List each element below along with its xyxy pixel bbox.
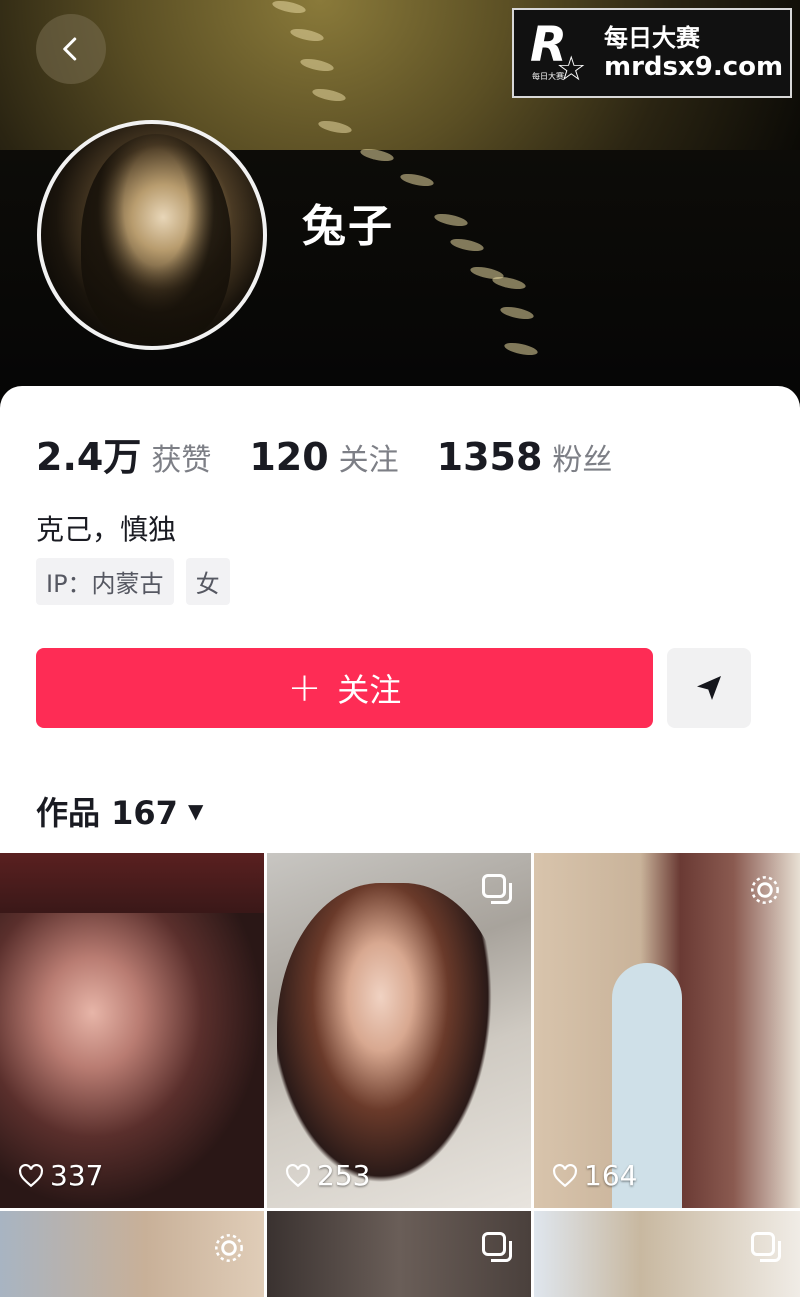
heart-icon — [553, 1163, 577, 1187]
bat-decoration — [289, 26, 325, 44]
username: 兔子 — [302, 201, 394, 252]
followers-count[interactable]: 1358 — [437, 435, 543, 479]
bat-decoration — [311, 86, 347, 104]
likes-count[interactable]: 2.4万 — [36, 426, 141, 481]
gallery-icon — [751, 1232, 781, 1262]
works-tab[interactable]: 作品 167 ▼ — [36, 788, 203, 834]
avatar-photo — [81, 134, 231, 344]
gallery-icon — [482, 874, 512, 904]
bat-decoration — [271, 0, 307, 16]
heart-icon — [286, 1163, 310, 1187]
follow-button[interactable]: + 关注 — [36, 648, 653, 728]
bat-decoration — [317, 118, 353, 136]
post-likes-count: 337 — [50, 1159, 104, 1192]
profile-stats: 2.4万 获赞 120 关注 1358 粉丝 — [36, 426, 650, 481]
ip-location-tag: IP：内蒙古 — [36, 558, 174, 605]
post-tile[interactable]: 164 — [534, 853, 800, 1208]
likes-label: 获赞 — [151, 443, 212, 478]
bat-decoration — [299, 56, 335, 74]
watermark-title: 每日大赛 — [604, 24, 700, 52]
following-label: 关注 — [338, 443, 399, 478]
star-icon: ☆ — [556, 49, 587, 89]
caret-down-icon: ▼ — [187, 799, 204, 823]
gender-tag: 女 — [185, 558, 230, 605]
watermark-emblem: R ☆ 每日大赛 — [520, 13, 600, 93]
works-tab-label: 作品 167 — [36, 794, 178, 832]
post-tile[interactable] — [267, 1211, 531, 1297]
post-likes: 253 — [285, 1159, 370, 1192]
post-thumbnail-top — [0, 853, 264, 913]
heart-icon — [19, 1163, 43, 1187]
post-tile[interactable] — [0, 1211, 264, 1297]
live-icon — [751, 876, 779, 904]
profile-tags: IP：内蒙古 女 — [36, 558, 242, 605]
live-icon — [215, 1234, 243, 1262]
send-icon — [697, 676, 721, 700]
gallery-icon — [482, 1232, 512, 1262]
post-likes: 164 — [552, 1159, 637, 1192]
post-likes-count: 253 — [317, 1159, 371, 1192]
share-button[interactable] — [667, 648, 751, 728]
follow-button-label: 关注 — [337, 671, 402, 709]
avatar[interactable] — [37, 120, 267, 350]
back-button[interactable] — [36, 14, 106, 84]
watermark-logo: R ☆ 每日大赛 每日大赛 mrdsx9.com — [512, 8, 792, 98]
following-count[interactable]: 120 — [249, 435, 328, 479]
post-tile[interactable]: 253 — [267, 853, 531, 1208]
watermark-url: mrdsx9.com — [604, 52, 784, 82]
bio: 克己，慎独 — [36, 513, 177, 546]
watermark-emblem-small-text: 每日大赛 — [532, 72, 564, 81]
post-likes: 337 — [18, 1159, 103, 1192]
chevron-left-icon — [63, 37, 77, 61]
post-tile[interactable]: 337 — [0, 853, 264, 1208]
post-tile[interactable] — [534, 1211, 800, 1297]
followers-label: 粉丝 — [552, 443, 613, 478]
plus-icon: + — [287, 665, 322, 711]
post-likes-count: 164 — [584, 1159, 638, 1192]
